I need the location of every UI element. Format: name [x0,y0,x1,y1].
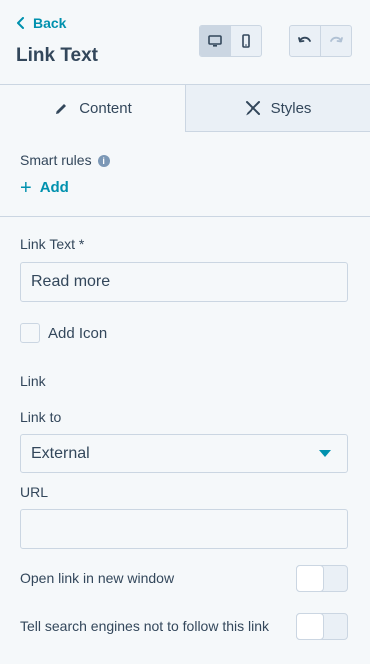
undo-button[interactable] [290,26,320,56]
caret-down-icon [319,450,331,457]
desktop-view-button[interactable] [200,26,230,56]
link-text-value: Read more [31,273,111,290]
tab-content-label: Content [79,100,132,117]
pencil-icon [56,103,67,114]
link-to-label: Link to [20,409,62,425]
link-text-label: Link Text * [20,236,85,252]
toggle-knob [296,612,324,640]
link-text-input[interactable]: Read more [20,262,348,302]
nofollow-label: Tell search engines not to follow this l… [20,618,270,634]
redo-icon [330,36,343,43]
add-label: Add [39,179,69,196]
plus-icon: + [20,176,32,199]
nofollow-toggle[interactable] [296,612,348,640]
section-divider [0,216,370,217]
desktop-icon [208,35,222,47]
add-icon-option[interactable]: Add Icon [20,323,107,343]
link-section-heading: Link [20,373,46,389]
link-to-value: External [31,444,90,462]
link-to-select[interactable]: External [20,434,348,473]
panel-header: Back Link Text [0,0,370,85]
add-icon-checkbox[interactable] [20,323,40,343]
brush-icon [245,101,260,116]
smart-rules-label: Smart rules i [20,152,110,168]
page-title: Link Text [16,45,98,66]
view-toggle-group [199,25,262,57]
new-window-label: Open link in new window [20,570,175,586]
new-window-toggle[interactable] [296,564,348,592]
url-input[interactable] [20,509,348,549]
tab-bar: Content Styles [0,85,370,132]
redo-button[interactable] [320,26,351,56]
chevron-left-icon [17,17,24,29]
url-label: URL [20,484,49,500]
tab-styles-label: Styles [270,99,312,117]
tab-styles[interactable]: Styles [185,85,370,132]
add-smart-rule-button[interactable]: + Add [20,176,69,199]
mobile-view-button[interactable] [230,26,261,56]
undo-icon [298,36,311,43]
back-label: Back [33,15,67,31]
back-button[interactable]: Back [16,15,66,31]
info-icon[interactable]: i [97,155,110,167]
new-window-row: Open link in new window [20,564,348,592]
toggle-knob [296,564,324,592]
nofollow-row: Tell search engines not to follow this l… [20,612,348,640]
history-group [289,25,352,57]
smart-rules-text: Smart rules [20,152,92,168]
mobile-icon [242,34,250,48]
add-icon-label: Add Icon [48,324,108,342]
tab-content[interactable]: Content [0,85,185,132]
